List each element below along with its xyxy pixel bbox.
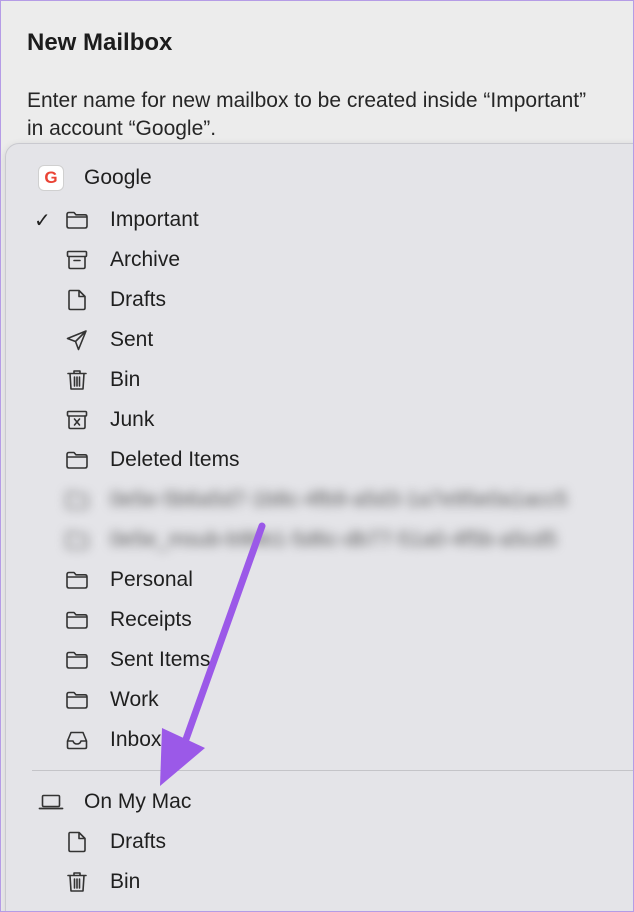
menu-item-blurred-1[interactable]: 0e5e-5b6a5d7-1b8c-4fb9-a5d3-1a7e95e0a1ac… [6,480,633,520]
menu-item-important[interactable]: ✓ Important [6,200,633,240]
menu-item-label: Personal [110,568,193,591]
junk-box-icon [64,407,90,433]
folder-icon [64,647,90,673]
menu-item-blurred-2[interactable]: 0e5e_msub-b9bb1-5d6c-db77-51a0-4f5b-a5cd… [6,520,633,560]
folder-icon [64,207,90,233]
menu-item-label: Junk [110,408,155,431]
trash-icon [64,869,90,895]
menu-item-label: 0e5e-5b6a5d7-1b8c-4fb9-a5d3-1a7e95e0a1ac… [110,488,568,511]
archive-box-icon [64,247,90,273]
menu-item-label: Sent [110,328,154,351]
menu-item-deleted-items[interactable]: Deleted Items [6,440,633,480]
menu-item-label: Archive [110,248,181,271]
dialog-description: Enter name for new mailbox to be created… [27,89,587,140]
dialog-title: New Mailbox [27,29,173,56]
menu-item-receipts[interactable]: Receipts [6,600,633,640]
menu-item-label: Drafts [110,830,167,853]
menu-item-personal[interactable]: Personal [6,560,633,600]
location-dropdown-menu: G Google ✓ Important Archive Drafts Sent… [5,143,633,911]
menu-item-label: On My Mac [84,790,192,813]
menu-item-archive[interactable]: Archive [6,240,633,280]
trash-icon [64,367,90,393]
menu-item-label: Bin [110,368,141,391]
folder-icon [64,447,90,473]
menu-item-bin[interactable]: Bin [6,360,633,400]
menu-item-label: Google [84,166,152,189]
menu-item-drafts[interactable]: Drafts [6,280,633,320]
folder-icon [64,527,90,553]
google-icon: G [38,165,64,191]
menu-item-label: Important [110,208,199,231]
menu-item-inbox[interactable]: Inbox [6,720,633,760]
dialog-window: New Mailbox Enter name for new mailbox t… [0,0,634,912]
menu-item-label: Bin [110,870,141,893]
menu-item-google-account[interactable]: G Google [6,158,633,198]
menu-item-label: Drafts [110,288,167,311]
menu-item-label: 0e5e_msub-b9bb1-5d6c-db77-51a0-4f5b-a5cd… [110,528,558,551]
menu-item-label: Work [110,688,159,711]
menu-item-sent-items[interactable]: Sent Items [6,640,633,680]
menu-item-sent[interactable]: Sent [6,320,633,360]
checkmark-icon: ✓ [34,209,51,232]
menu-item-label: Inbox [110,728,162,751]
paper-plane-icon [64,327,90,353]
menu-item-label: Receipts [110,608,192,631]
folder-icon [64,487,90,513]
document-icon [64,287,90,313]
folder-icon [64,607,90,633]
menu-item-mac-drafts[interactable]: Drafts [6,822,633,862]
menu-separator [32,770,633,771]
menu-item-label: Sent Items [110,648,211,671]
folder-icon [64,567,90,593]
folder-icon [64,687,90,713]
menu-item-label: Deleted Items [110,448,240,471]
laptop-icon [38,789,64,815]
menu-item-mac-bin[interactable]: Bin [6,862,633,902]
menu-item-work[interactable]: Work [6,680,633,720]
menu-item-on-my-mac[interactable]: On My Mac [6,782,633,822]
document-icon [64,829,90,855]
inbox-tray-icon [64,727,90,753]
menu-item-junk[interactable]: Junk [6,400,633,440]
